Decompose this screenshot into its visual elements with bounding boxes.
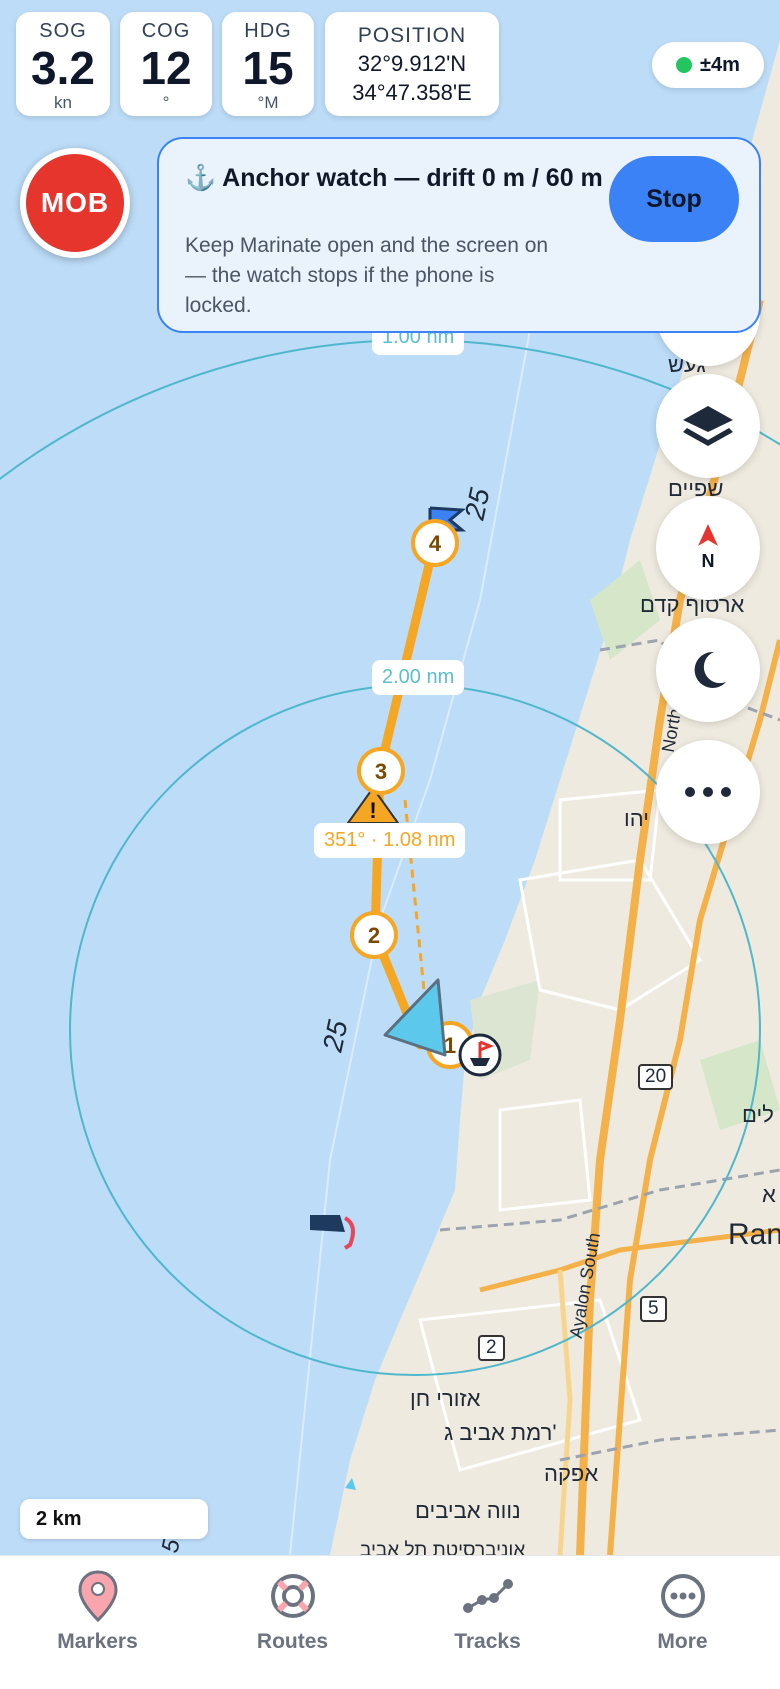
anchor-watch-description: Keep Marinate open and the screen on — t…	[185, 234, 549, 317]
anchor-icon: ⚓	[185, 164, 217, 192]
range-ring-label: 2.00 nm	[372, 660, 465, 695]
place-label: יהו	[624, 806, 649, 831]
mob-button[interactable]: MOB	[20, 148, 130, 258]
bottom-nav: Markers Routes Tracks More	[0, 1555, 780, 1689]
place-label: נווה אביבים	[415, 1498, 521, 1523]
lifebuoy-icon	[270, 1574, 315, 1618]
nav-tracks-label: Tracks	[454, 1630, 521, 1653]
compass-north-icon: N	[698, 524, 718, 572]
gps-accuracy-badge: ±4m	[652, 42, 764, 88]
road-shield-2: 2	[478, 1335, 505, 1361]
waypoint-label: 4	[429, 531, 442, 556]
cog-value: 12	[140, 42, 192, 94]
compass-north-button[interactable]: N	[656, 496, 760, 600]
more-options-icon	[685, 787, 731, 797]
place-label: לים	[742, 1102, 774, 1127]
cog-label: COG	[141, 20, 191, 42]
position-lat: 32°9.912'N	[357, 51, 467, 76]
compass-arrow-icon	[698, 524, 718, 546]
position-lon: 34°47.358'E	[352, 80, 472, 105]
more-icon	[660, 1574, 705, 1618]
route-leg-label: 351° · 1.08 nm	[314, 823, 466, 858]
marina-icon[interactable]	[458, 1033, 502, 1077]
nav-more-label: More	[657, 1630, 708, 1653]
gps-accuracy-value: ±4m	[700, 53, 740, 76]
more-options-button[interactable]	[656, 740, 760, 844]
nav-markers-label: Markers	[57, 1630, 138, 1653]
night-mode-button[interactable]	[656, 618, 760, 722]
position-label: POSITION	[357, 24, 467, 47]
sog-card: SOG 3.2 kn	[16, 12, 110, 116]
waypoint-2[interactable]: 2	[350, 911, 398, 959]
anchor-watch-banner: ⚓ Anchor watch — drift 0 m / 60 m Keep Ma…	[157, 137, 761, 333]
nav-routes-label: Routes	[256, 1630, 329, 1653]
cog-unit: °	[162, 93, 170, 112]
track-icon	[462, 1579, 513, 1613]
depth-label: 25	[458, 485, 496, 523]
hdg-value: 15	[242, 42, 294, 94]
map-pin-icon	[77, 1570, 118, 1622]
position-card: POSITION 32°9.912'N 34°47.358'E	[325, 12, 499, 116]
nav-markers[interactable]: Markers	[0, 1556, 195, 1689]
place-label: אפקה	[544, 1461, 599, 1486]
place-label: Ran	[728, 1218, 780, 1251]
nav-tracks[interactable]: Tracks	[390, 1556, 585, 1689]
depth-label: 25	[316, 1017, 354, 1055]
dive-marker-icon[interactable]	[310, 1215, 356, 1250]
night-mode-icon	[694, 651, 726, 688]
sog-value: 3.2	[31, 42, 95, 94]
cog-card: COG 12 °	[120, 12, 212, 116]
waypoint-3[interactable]: 3	[357, 747, 405, 795]
stop-button[interactable]: Stop	[609, 156, 739, 242]
hdg-card: HDG 15 °M	[222, 12, 314, 116]
map-scale: 2 km	[20, 1499, 208, 1539]
hdg-label: HDG	[244, 20, 292, 42]
sog-label: SOG	[39, 20, 87, 42]
waypoint-label: 3	[375, 759, 387, 784]
svg-text:!: !	[369, 798, 376, 823]
place-label: רמת אביב ג'	[444, 1420, 557, 1445]
compass-letter: N	[701, 551, 715, 571]
place-label: א	[762, 1182, 776, 1207]
waypoint-label: 2	[368, 923, 380, 948]
road-shield-5: 5	[640, 1296, 667, 1322]
waypoint-4[interactable]: 4	[411, 519, 459, 567]
hdg-unit: °M	[257, 93, 279, 112]
place-label: אוניברסיטת תל אביב	[360, 1540, 526, 1555]
anchor-watch-title-text: Anchor watch — drift 0 m / 60 m	[222, 164, 603, 192]
place-label: אזורי חן	[410, 1386, 481, 1411]
layers-icon	[683, 406, 733, 446]
layers-button[interactable]	[656, 374, 760, 478]
sog-unit: kn	[54, 93, 72, 112]
nav-routes[interactable]: Routes	[195, 1556, 390, 1689]
nav-more[interactable]: More	[585, 1556, 780, 1689]
road-shield-20: 20	[638, 1064, 674, 1090]
gps-status-dot	[676, 57, 693, 73]
